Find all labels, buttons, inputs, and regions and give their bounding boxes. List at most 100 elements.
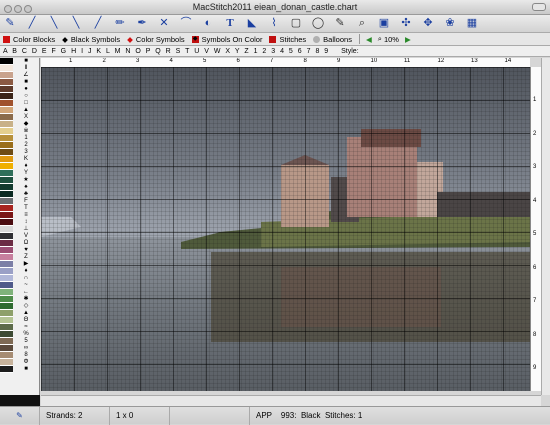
palette-swatch[interactable] bbox=[0, 93, 13, 100]
palette-swatch[interactable] bbox=[0, 100, 13, 107]
chart-image[interactable] bbox=[41, 67, 530, 391]
line-icon[interactable]: ✕ bbox=[156, 16, 172, 32]
palette-swatch[interactable] bbox=[0, 177, 13, 184]
palette-color-row[interactable]: ★ bbox=[0, 177, 39, 184]
palette-color-row[interactable]: % bbox=[0, 331, 39, 338]
palette-swatch[interactable] bbox=[0, 366, 13, 373]
three-quarter-icon[interactable]: ╱ bbox=[90, 16, 106, 32]
palette-swatch[interactable] bbox=[0, 149, 13, 156]
palette-swatch[interactable] bbox=[0, 282, 13, 289]
palette-color-row[interactable]: ● bbox=[0, 86, 39, 93]
palette-color-row[interactable]: ∞ bbox=[0, 345, 39, 352]
palette-color-row[interactable]: ※ bbox=[0, 128, 39, 135]
stitch-chart-canvas[interactable] bbox=[41, 67, 530, 391]
palette-color-row[interactable]: ■ bbox=[0, 79, 39, 86]
palette-color-row[interactable]: ✱ bbox=[0, 296, 39, 303]
palette-color-row[interactable]: ≡ bbox=[0, 212, 39, 219]
palette-color-row[interactable]: ■ bbox=[0, 366, 39, 373]
palette-color-row[interactable]: ▲ bbox=[0, 107, 39, 114]
palette-swatch[interactable] bbox=[0, 310, 13, 317]
palette-color-row[interactable]: ♦ bbox=[0, 268, 39, 275]
palette-swatch[interactable] bbox=[0, 163, 13, 170]
palette-color-row[interactable]: Ⅱ bbox=[0, 65, 39, 72]
palette-swatch[interactable] bbox=[0, 79, 13, 86]
grid-icon[interactable]: ▦ bbox=[464, 16, 480, 32]
palette-swatch[interactable] bbox=[0, 65, 13, 72]
puzzle-icon[interactable]: ✣ bbox=[398, 16, 414, 32]
palette-color-row[interactable]: Θ bbox=[0, 317, 39, 324]
bead-icon[interactable]: ✒ bbox=[134, 16, 150, 32]
symbol-icon[interactable]: ▣ bbox=[376, 16, 392, 32]
pencil-icon[interactable]: ✎ bbox=[332, 16, 348, 32]
palette-color-row[interactable]: ◇ bbox=[0, 303, 39, 310]
palette-color-row[interactable]: ⊥ bbox=[0, 226, 39, 233]
palette-swatch[interactable] bbox=[0, 331, 13, 338]
palette-color-row[interactable]: ↕ bbox=[0, 219, 39, 226]
toolbar-toggle-icon[interactable] bbox=[532, 3, 546, 11]
palette-swatch[interactable] bbox=[0, 247, 13, 254]
palette-swatch[interactable] bbox=[0, 107, 13, 114]
palette-color-row[interactable]: 1 bbox=[0, 135, 39, 142]
palette-color-row[interactable]: 2 bbox=[0, 142, 39, 149]
zoom-icon[interactable]: ⌕ bbox=[354, 16, 370, 32]
paint-icon[interactable]: ⌇ bbox=[266, 16, 282, 32]
half-stitch-icon[interactable]: ╱ bbox=[24, 16, 40, 32]
palette-color-row[interactable]: ○ bbox=[0, 93, 39, 100]
palette-swatch[interactable] bbox=[0, 121, 13, 128]
palette-swatch[interactable] bbox=[0, 254, 13, 261]
palette-color-row[interactable]: Y bbox=[0, 170, 39, 177]
palette-swatch[interactable] bbox=[0, 345, 13, 352]
palette-color-row[interactable]: V bbox=[0, 233, 39, 240]
needle-icon[interactable]: ✎ bbox=[2, 16, 18, 32]
palette-color-row[interactable]: ■ bbox=[0, 58, 39, 65]
palette-color-row[interactable]: ∩ bbox=[0, 275, 39, 282]
palette-color-row[interactable]: ← bbox=[0, 289, 39, 296]
palette-color-row[interactable]: ♠ bbox=[0, 184, 39, 191]
backstitch-icon[interactable]: ╲ bbox=[68, 16, 84, 32]
palette-color-row[interactable]: ∠ bbox=[0, 72, 39, 79]
symbols-on-color-button[interactable]: ◆ Symbols On Color bbox=[191, 35, 262, 44]
palette-swatch[interactable] bbox=[0, 135, 13, 142]
palette-color-row[interactable]: ♣ bbox=[0, 191, 39, 198]
palette-swatch[interactable] bbox=[0, 226, 13, 233]
palette-swatch[interactable] bbox=[0, 352, 13, 359]
palette-color-row[interactable]: ▶ bbox=[0, 261, 39, 268]
palette-swatch[interactable] bbox=[0, 86, 13, 93]
palette-swatch[interactable] bbox=[0, 338, 13, 345]
zoom-window-icon[interactable] bbox=[24, 5, 32, 13]
palette-color-row[interactable]: Ω bbox=[0, 240, 39, 247]
palette-swatch[interactable] bbox=[0, 114, 13, 121]
palette-color-row[interactable]: Z bbox=[0, 254, 39, 261]
palette-swatch[interactable] bbox=[0, 296, 13, 303]
palette-swatch[interactable] bbox=[0, 170, 13, 177]
fill-icon[interactable]: ⌒ bbox=[178, 16, 194, 32]
palette-color-row[interactable]: 3 bbox=[0, 149, 39, 156]
palette-color-row[interactable]: T bbox=[0, 205, 39, 212]
shape-dropdown-icon[interactable]: ◐ bbox=[200, 16, 216, 32]
palette-color-row[interactable]: X bbox=[0, 114, 39, 121]
palette-color-row[interactable]: 5 bbox=[0, 338, 39, 345]
palette-swatch[interactable] bbox=[0, 191, 13, 198]
palette-swatch[interactable] bbox=[0, 233, 13, 240]
palette-color-row[interactable]: 8 bbox=[0, 352, 39, 359]
palette-swatch[interactable] bbox=[0, 289, 13, 296]
black-symbols-button[interactable]: ◆ Black Symbols bbox=[62, 35, 120, 44]
color-blocks-button[interactable]: Color Blocks bbox=[3, 35, 55, 44]
palette-swatch[interactable] bbox=[0, 142, 13, 149]
palette-color-row[interactable]: Φ bbox=[0, 359, 39, 366]
palette-swatch[interactable] bbox=[0, 58, 13, 65]
palette-color-row[interactable]: ≈ bbox=[0, 324, 39, 331]
palette-color-row[interactable]: □ bbox=[0, 100, 39, 107]
palette-swatch[interactable] bbox=[0, 156, 13, 163]
color-symbols-button[interactable]: ◆ Color Symbols bbox=[127, 35, 185, 44]
chart-icon[interactable]: ◣ bbox=[244, 16, 260, 32]
palette-swatch[interactable] bbox=[0, 205, 13, 212]
palette-swatch[interactable] bbox=[0, 261, 13, 268]
palette-swatch[interactable] bbox=[0, 268, 13, 275]
close-window-icon[interactable] bbox=[4, 5, 12, 13]
flower-icon[interactable]: ❀ bbox=[442, 16, 458, 32]
select-rect-icon[interactable]: ▢ bbox=[288, 16, 304, 32]
zoom-in-icon[interactable]: ▶ bbox=[405, 35, 411, 44]
palette-color-row[interactable]: ~ bbox=[0, 282, 39, 289]
palette-swatch[interactable] bbox=[0, 324, 13, 331]
